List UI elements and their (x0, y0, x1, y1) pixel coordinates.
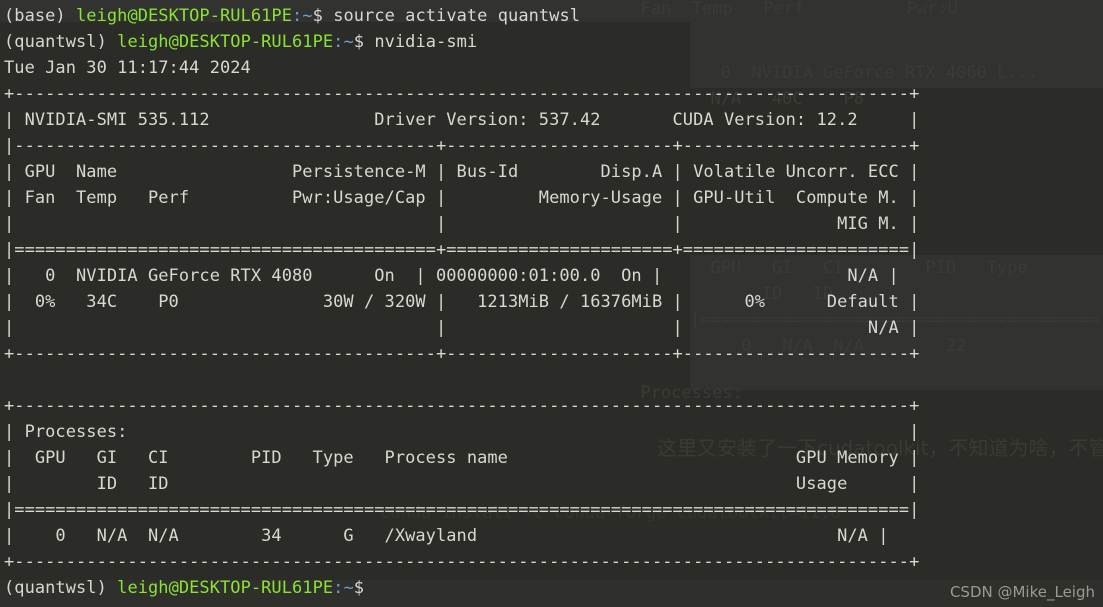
conda-env-label: (quantwsl) (4, 32, 107, 52)
command-nvidia-smi: nvidia-smi (374, 32, 478, 52)
terminal-window[interactable]: Fan Temp Perf Pwr:U 0 NVIDIA GeForce RTX… (0, 0, 1103, 607)
gpu-row-line-2: | 0% 34C P0 30W / 320W | 1213MiB / 16376… (4, 292, 920, 312)
terminal-screen[interactable]: (base) leigh@DESKTOP-RUL61PE:~$ source a… (0, 0, 919, 601)
command-source-activate: source activate quantwsl (333, 6, 581, 26)
prompt-dollar: $ (353, 578, 365, 598)
prompt-colon: : (333, 32, 344, 52)
processes-border-bottom: +---------------------------------------… (4, 552, 920, 572)
column-header-line-1: | GPU Name Persistence-M | Bus-Id Disp.A… (4, 162, 920, 182)
gpu-row-line-1: | 0 NVIDIA GeForce RTX 4080 On | 0000000… (4, 266, 899, 286)
processes-header-line-1: | GPU GI CI PID Type Process name GPU Me… (4, 448, 920, 468)
smi-version-header: | NVIDIA-SMI 535.112 Driver Version: 537… (4, 110, 920, 130)
gpu-table-bottom-border: +---------------------------------------… (4, 344, 920, 364)
user-host-label: leigh@DESKTOP-RUL61PE (117, 578, 334, 598)
prompt-dollar: $ (312, 6, 323, 26)
processes-header-line-2: | ID ID Usage | (4, 474, 920, 494)
column-header-line-3: | | | MIG M. | (4, 214, 920, 234)
prompt-path: ~ (343, 32, 354, 52)
gpu-row-line-3: | | | N/A | (4, 318, 920, 338)
prompt-line-3[interactable]: (quantwsl) leigh@DESKTOP-RUL61PE:~$ (4, 575, 919, 601)
processes-header-separator: |=======================================… (4, 500, 920, 520)
nvidia-smi-datestamp: Tue Jan 30 11:17:44 2024 (4, 58, 251, 78)
prompt-line-1: (base) leigh@DESKTOP-RUL61PE:~$ source a… (4, 3, 919, 29)
prompt-dollar: $ (353, 32, 365, 52)
process-row: | 0 N/A N/A 34 G /Xwayland N/A | (4, 526, 889, 546)
prompt-path: ~ (343, 578, 354, 598)
table-header-rule: |---------------------------------------… (4, 136, 920, 156)
prompt-line-2: (quantwsl) leigh@DESKTOP-RUL61PE:~$ nvid… (4, 29, 919, 55)
user-host-label: leigh@DESKTOP-RUL61PE (117, 32, 334, 52)
table-border-top: +---------------------------------------… (4, 84, 920, 104)
prompt-colon: : (333, 578, 344, 598)
column-header-line-2: | Fan Temp Perf Pwr:Usage/Cap | Memory-U… (4, 188, 920, 208)
user-host-label: leigh@DESKTOP-RUL61PE (76, 6, 292, 26)
csdn-watermark: CSDN @Mike_Leigh (949, 583, 1095, 601)
processes-border-top: +---------------------------------------… (4, 396, 920, 416)
processes-title: | Processes: | (4, 422, 920, 442)
prompt-path: ~ (302, 6, 313, 26)
conda-env-label: (base) (4, 6, 66, 26)
prompt-colon: : (292, 6, 303, 26)
conda-env-label: (quantwsl) (4, 578, 107, 598)
column-header-separator: |=======================================… (4, 240, 920, 260)
